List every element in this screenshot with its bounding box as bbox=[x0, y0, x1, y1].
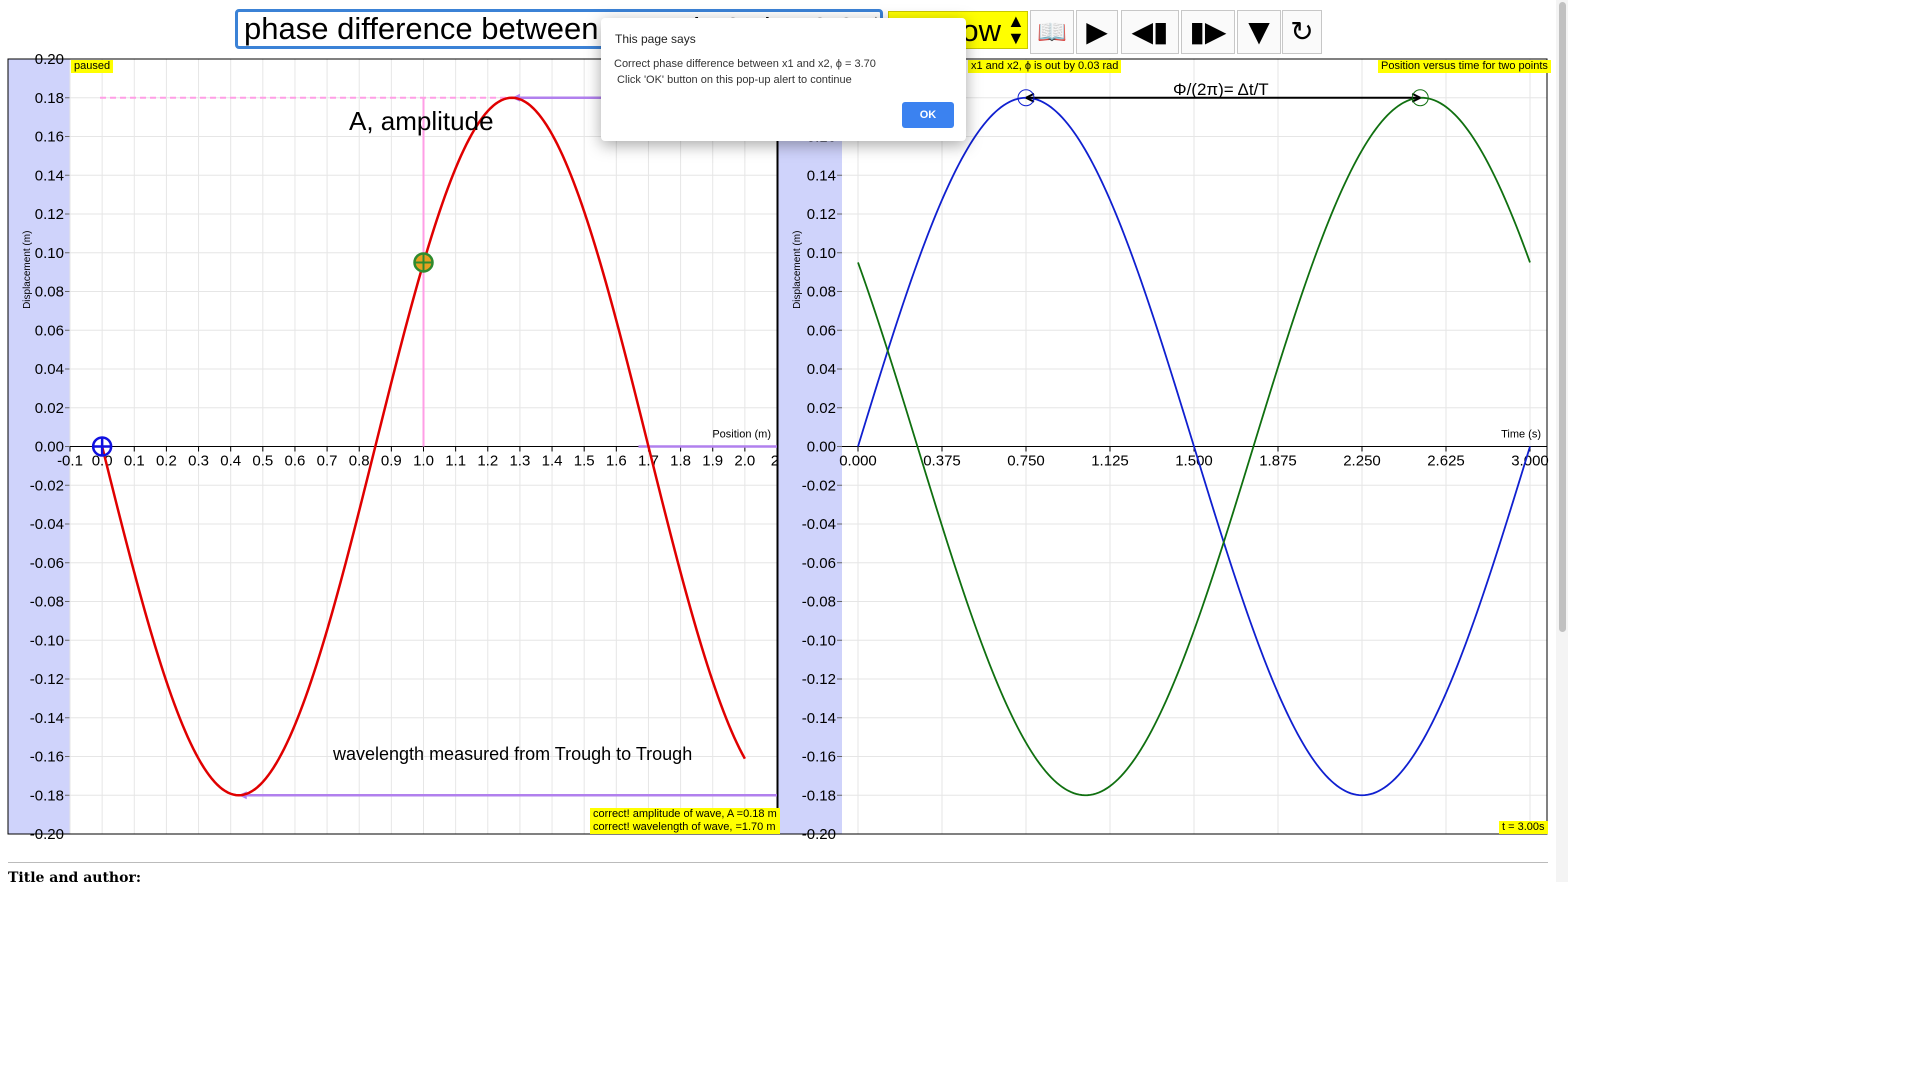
x-tick-label: 1.125 bbox=[1091, 453, 1129, 470]
y-tick-label: -0.16 bbox=[802, 749, 836, 766]
dialog-message: Correct phase difference between x1 and … bbox=[614, 58, 876, 86]
y-tick-label: 0.06 bbox=[35, 322, 64, 339]
y-tick-label: -0.12 bbox=[30, 671, 64, 688]
y-tick-label: -0.04 bbox=[30, 516, 64, 533]
feedback-amplitude: correct! amplitude of wave, A =0.18 m bbox=[593, 808, 777, 820]
y-tick-label: 0.06 bbox=[807, 322, 836, 339]
footer-divider bbox=[8, 862, 1548, 863]
y-tick-label: 0.08 bbox=[807, 284, 836, 301]
wavelength-label: wavelength measured from Trough to Troug… bbox=[333, 744, 693, 764]
x-tick-label: 0.6 bbox=[285, 453, 306, 470]
y-axis-label: Displacement (m) bbox=[792, 231, 803, 309]
y-tick-label: 0.12 bbox=[807, 206, 836, 223]
y-tick-label: -0.18 bbox=[30, 787, 64, 804]
x-tick-label: 1.500 bbox=[1175, 453, 1213, 470]
y-tick-label: -0.10 bbox=[30, 632, 64, 649]
x-tick-label: 0.9 bbox=[381, 453, 402, 470]
y-tick-label: -0.08 bbox=[802, 594, 836, 611]
scrollbar-thumb[interactable] bbox=[1559, 2, 1566, 632]
status-tag: paused bbox=[71, 60, 114, 73]
feedback-tag: correct! amplitude of wave, A =0.18 m co… bbox=[590, 808, 780, 834]
y-tick-label: -0.10 bbox=[802, 632, 836, 649]
x-tick-label: 1.2 bbox=[477, 453, 498, 470]
x-tick-label: 1.5 bbox=[574, 453, 595, 470]
x-tick-label: 0.750 bbox=[1007, 453, 1045, 470]
x-tick-label: 0.4 bbox=[220, 453, 241, 470]
x-tick-label: 2.625 bbox=[1427, 453, 1465, 470]
y-tick-label: 0.10 bbox=[35, 245, 64, 262]
x-tick-label: 0.375 bbox=[923, 453, 961, 470]
x-tick-label: -0.1 bbox=[57, 453, 83, 470]
x-tick-label: 0.000 bbox=[839, 453, 877, 470]
x-tick-label: 1.875 bbox=[1259, 453, 1297, 470]
x-axis-label: Time (s) bbox=[1501, 429, 1541, 441]
y-tick-label: 0.10 bbox=[807, 245, 836, 262]
x-tick-label: 1.3 bbox=[509, 453, 530, 470]
x-tick-label: 1.7 bbox=[638, 453, 659, 470]
phase-formula: Φ/(2π)= Δt/T bbox=[1173, 80, 1269, 99]
y-tick-label: -0.02 bbox=[30, 477, 64, 494]
ok-button[interactable]: OK bbox=[902, 102, 954, 128]
x-tick-label: 1.6 bbox=[606, 453, 627, 470]
x-tick-label: 0.5 bbox=[252, 453, 273, 470]
y-tick-label: 0.04 bbox=[35, 361, 64, 378]
x-tick-label: 0.8 bbox=[349, 453, 370, 470]
y-tick-label: 0.14 bbox=[807, 167, 836, 184]
x-tick-label: 1.9 bbox=[702, 453, 723, 470]
phase-error-tag: x1 and x2, ϕ is out by 0.03 rad bbox=[968, 60, 1122, 73]
y-tick-label: -0.14 bbox=[802, 710, 836, 727]
footer-heading: Title and author: bbox=[8, 870, 141, 886]
y-tick-label: -0.06 bbox=[802, 555, 836, 572]
y-tick-label: -0.06 bbox=[30, 555, 64, 572]
x-tick-label: 0.3 bbox=[188, 453, 209, 470]
y-axis-label: Displacement (m) bbox=[22, 231, 33, 309]
x-tick-label: 2.0 bbox=[734, 453, 755, 470]
x-tick-label: 2.250 bbox=[1343, 453, 1381, 470]
time-tag: t = 3.00s bbox=[1499, 821, 1548, 834]
y-tick-label: -0.02 bbox=[802, 477, 836, 494]
y-tick-label: -0.08 bbox=[30, 594, 64, 611]
x-tick-label: 0.1 bbox=[124, 453, 145, 470]
y-tick-label: 0.18 bbox=[35, 90, 64, 107]
y-tick-label: 0.00 bbox=[807, 439, 836, 456]
x-tick-label: 1.1 bbox=[445, 453, 466, 470]
y-tick-label: 0.16 bbox=[35, 129, 64, 146]
y-tick-label: -0.16 bbox=[30, 749, 64, 766]
y-tick-label: 0.02 bbox=[807, 400, 836, 417]
alert-dialog: This page says Correct phase difference … bbox=[601, 18, 966, 141]
x-axis-label: Position (m) bbox=[712, 429, 771, 441]
right-plot: 0.200.180.160.140.120.100.080.060.040.02… bbox=[777, 51, 1549, 843]
feedback-wavelength: correct! wavelength of wave, =1.70 m bbox=[593, 821, 776, 833]
y-tick-label: -0.04 bbox=[802, 516, 836, 533]
y-tick-label: -0.12 bbox=[802, 671, 836, 688]
x-tick-label: 1.0 bbox=[413, 453, 434, 470]
y-tick-label: 0.04 bbox=[807, 361, 836, 378]
left-plot: 0.200.180.160.140.120.100.080.060.040.02… bbox=[7, 51, 783, 843]
y-tick-label: -0.14 bbox=[30, 710, 64, 727]
y-tick-label: 0.08 bbox=[35, 284, 64, 301]
dialog-title: This page says bbox=[615, 32, 696, 46]
x-tick-label: 0.2 bbox=[156, 453, 177, 470]
x-tick-label: 1.4 bbox=[542, 453, 563, 470]
y-tick-label: 0.12 bbox=[35, 206, 64, 223]
x-tick-label: 0.7 bbox=[317, 453, 338, 470]
chart-title-tag: Position versus time for two points bbox=[1378, 60, 1551, 73]
x-tick-label: 1.8 bbox=[670, 453, 691, 470]
y-tick-label: 0.14 bbox=[35, 167, 64, 184]
amplitude-label: A, amplitude bbox=[349, 106, 494, 136]
y-tick-label: 0.02 bbox=[35, 400, 64, 417]
y-tick-label: -0.18 bbox=[802, 787, 836, 804]
x-tick-label: 3.000 bbox=[1511, 453, 1549, 470]
